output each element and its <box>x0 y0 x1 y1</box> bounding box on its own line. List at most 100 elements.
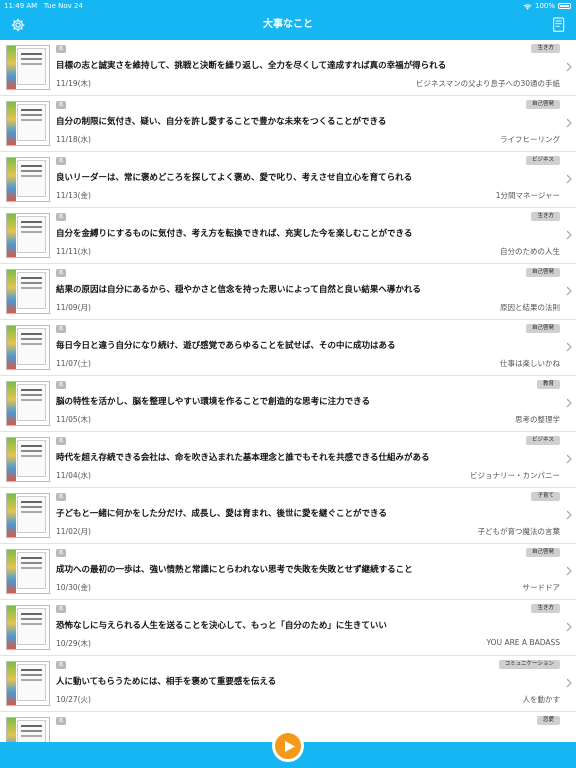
category-badge: 自己啓発 <box>525 548 560 557</box>
category-badge: 子育て <box>531 492 560 501</box>
status-right: 100% <box>523 0 571 12</box>
wifi-icon <box>523 3 532 10</box>
chevron-right-icon <box>566 510 572 520</box>
book-title: ビジョナリー・カンパニー <box>470 471 560 480</box>
book-cover <box>6 157 50 202</box>
quote-text: 時代を超え存続できる会社は、命を吹き込まれた基本理念と誰でもそれを共感できる仕組… <box>56 453 430 463</box>
book-icon-badge: 本 <box>56 437 66 445</box>
status-time: 11:49 AM Tue Nov 24 <box>4 0 83 12</box>
quote-text: 子どもと一緒に何かをした分だけ、成長し、愛は育まれ、後世に愛を継ぐことができる <box>56 509 387 519</box>
quote-date: 11/04(水) <box>56 471 91 480</box>
list-item[interactable]: 本 ビジネス 良いリーダーは、常に褒めどころを探してよく褒め、愛で叱り、考えさせ… <box>0 152 576 208</box>
book-icon-badge: 本 <box>56 717 66 725</box>
quote-date: 11/05(木) <box>56 415 91 424</box>
chevron-right-icon <box>566 118 572 128</box>
book-icon-badge: 本 <box>56 549 66 557</box>
quote-date: 10/27(火) <box>56 695 91 704</box>
quote-date: 11/07(土) <box>56 359 91 368</box>
book-icon-badge: 本 <box>56 381 66 389</box>
book-title: 仕事は楽しいかね <box>500 359 560 368</box>
category-badge: ビジネス <box>525 156 560 165</box>
book-icon[interactable] <box>552 17 566 33</box>
book-icon-badge: 本 <box>56 157 66 165</box>
book-title: ライフヒーリング <box>500 135 560 144</box>
chevron-right-icon <box>566 230 572 240</box>
list-item[interactable]: 本 ビジネス 時代を超え存続できる会社は、命を吹き込まれた基本理念と誰でもそれを… <box>0 432 576 488</box>
category-badge: 恋愛 <box>536 716 560 725</box>
list-item[interactable]: 本 生き方 恐怖なしに与えられる人生を送ることを決心して、もっと「自分のため」に… <box>0 600 576 656</box>
category-badge: ビジネス <box>525 436 560 445</box>
category-badge: 生き方 <box>531 44 560 53</box>
category-badge: 生き方 <box>531 604 560 613</box>
book-icon-badge: 本 <box>56 325 66 333</box>
book-title: YOU ARE A BADASS <box>486 638 561 647</box>
book-cover <box>6 325 50 370</box>
book-icon-badge: 本 <box>56 269 66 277</box>
book-icon-badge: 本 <box>56 493 66 501</box>
quote-date: 11/13(金) <box>56 191 91 200</box>
list-item[interactable]: 本 自己啓発 成功への最初の一歩は、強い情熱と常識にとらわれない思考で失敗を失敗… <box>0 544 576 600</box>
book-cover <box>6 269 50 314</box>
book-title: 原因と結果の法則 <box>500 303 560 312</box>
quote-text: 恐怖なしに与えられる人生を送ることを決心して、もっと「自分のため」に生きていい <box>56 621 387 631</box>
list-item[interactable]: 本 自己啓発 毎日今日と違う自分になり続け、遊び感覚であらゆることを試せば、その… <box>0 320 576 376</box>
quote-date: 11/02(月) <box>56 527 91 536</box>
quote-text: 目標の志と誠実さを維持して、挑戦と決断を繰り返し、全力を尽くして達成すれば真の幸… <box>56 61 447 71</box>
quote-text: 結果の原因は自分にあるから、穏やかさと信念を持った思いによって自然と良い結果へ導… <box>56 285 421 295</box>
list-item[interactable]: 本 コミュニケーション 人に動いてもらうためには、相手を褒めて重要感を伝える 1… <box>0 656 576 712</box>
category-badge: 自己啓発 <box>525 324 560 333</box>
category-badge: コミュニケーション <box>498 660 560 669</box>
category-badge: 教育 <box>536 380 560 389</box>
list-item[interactable]: 本 生き方 自分を金縛りにするものに気付き、考え方を転換できれば、充実した今を楽… <box>0 208 576 264</box>
book-cover <box>6 605 50 650</box>
book-cover <box>6 437 50 482</box>
play-icon <box>285 741 295 752</box>
book-cover <box>6 213 50 258</box>
list-item[interactable]: 本 自己啓発 結果の原因は自分にあるから、穏やかさと信念を持った思いによって自然… <box>0 264 576 320</box>
quote-date: 11/19(木) <box>56 79 91 88</box>
quote-date: 11/09(月) <box>56 303 91 312</box>
chevron-right-icon <box>566 678 572 688</box>
quote-date: 10/30(金) <box>56 583 91 592</box>
battery-icon <box>558 3 571 9</box>
category-badge: 自己啓発 <box>525 100 560 109</box>
book-title: 人を動かす <box>522 695 561 704</box>
list-item[interactable]: 本 生き方 目標の志と誠実さを維持して、挑戦と決断を繰り返し、全力を尽くして達成… <box>0 40 576 96</box>
book-title: ビジネスマンの父より息子への30通の手紙 <box>415 79 560 88</box>
chevron-right-icon <box>566 174 572 184</box>
quote-text: 人に動いてもらうためには、相手を褒めて重要感を伝える <box>56 677 277 687</box>
chevron-right-icon <box>566 622 572 632</box>
chevron-right-icon <box>566 62 572 72</box>
book-cover <box>6 381 50 426</box>
page-title: 大事なこと <box>263 19 313 30</box>
book-title: 思考の整理学 <box>515 415 560 424</box>
quote-text: 成功への最初の一歩は、強い情熱と常識にとらわれない思考で失敗を失敗とせず継続する… <box>56 565 413 575</box>
chevron-right-icon <box>566 342 572 352</box>
list-item[interactable]: 本 教育 脳の特性を活かし、脳を整理しやすい環境を作ることで創造的な思考に注力で… <box>0 376 576 432</box>
chevron-right-icon <box>566 454 572 464</box>
quote-text: 自分の制限に気付き、疑い、自分を許し愛することで豊かな未来をつくることができる <box>56 117 387 127</box>
book-cover <box>6 661 50 706</box>
quote-text: 良いリーダーは、常に褒めどころを探してよく褒め、愛で叱り、考えさせ自立心を育てら… <box>56 173 413 183</box>
quote-date: 10/29(木) <box>56 639 91 648</box>
quote-list: 本 生き方 目標の志と誠実さを維持して、挑戦と決断を繰り返し、全力を尽くして達成… <box>0 40 576 768</box>
list-item[interactable]: 本 自己啓発 自分の制限に気付き、疑い、自分を許し愛することで豊かな未来をつくる… <box>0 96 576 152</box>
navigation-bar: 大事なこと <box>0 12 576 40</box>
quote-text: 自分を金縛りにするものに気付き、考え方を転換できれば、充実した今を楽しむことがで… <box>56 229 413 239</box>
list-item[interactable]: 本 子育て 子どもと一緒に何かをした分だけ、成長し、愛は育まれ、後世に愛を継ぐこ… <box>0 488 576 544</box>
book-icon-badge: 本 <box>56 213 66 221</box>
book-cover <box>6 493 50 538</box>
book-title: 自分のための人生 <box>500 247 560 256</box>
chevron-right-icon <box>566 398 572 408</box>
category-badge: 生き方 <box>531 212 560 221</box>
clock-text: 11:49 AM <box>4 2 38 10</box>
category-badge: 自己啓発 <box>525 268 560 277</box>
chevron-right-icon <box>566 566 572 576</box>
book-icon-badge: 本 <box>56 45 66 53</box>
date-text: Tue Nov 24 <box>43 2 83 10</box>
play-button[interactable] <box>272 730 304 762</box>
quote-text: 脳の特性を活かし、脳を整理しやすい環境を作ることで創造的な思考に注力できる <box>56 397 370 407</box>
status-bar: 11:49 AM Tue Nov 24 100% <box>0 0 576 12</box>
quote-date: 11/11(水) <box>56 247 91 256</box>
quote-text: 毎日今日と違う自分になり続け、遊び感覚であらゆることを試せば、その中に成功はある <box>56 341 396 351</box>
